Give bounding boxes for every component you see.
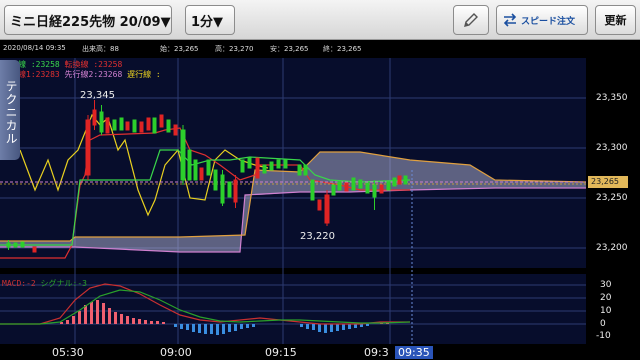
ichimoku-legend-2: 先行線1:23283 先行線2:23268 遅行線 : [2,69,161,80]
quote-info-bar: 2020/08/14 09:35 出来高：88 始：23,265 高：23,27… [0,41,640,55]
symbol-selector[interactable]: ミニ日経225先物 20/09▼ [4,5,172,35]
toolbar: ミニ日経225先物 20/09▼ 1分▼ スピード注文 更新 [0,0,640,40]
macd-legend-value: MACD:-2 [2,279,36,288]
low-annotation: 23,220 [300,231,335,242]
speed-order-button[interactable]: スピード注文 [496,5,588,35]
tenkan-legend: 転換線 :23258 [64,60,123,69]
y-axis-label: 23,250 [596,193,628,203]
draw-pencil-button[interactable] [453,5,489,35]
y-axis-label: 23,200 [596,243,628,253]
macd-axis-label: 10 [600,306,612,316]
quote-low: 安：23,265 [270,45,309,53]
technical-tab[interactable]: テクニカル [0,60,20,160]
x-axis-label: 05:30 [52,346,84,359]
quote-high: 高：23,270 [215,45,254,53]
quote-volume: 出来高：88 [82,45,119,53]
senkou2-legend: 先行線2:23268 [64,70,123,79]
x-axis-label: 09:3 [364,346,389,359]
signal-legend-value: シグナル:-3 [40,279,87,288]
cursor-time-label: 09:35 [395,346,433,359]
y-axis-label: 23,350 [596,93,628,103]
macd-axis-label: 30 [600,280,612,290]
macd-legend: MACD:-2 シグナル:-3 [2,278,87,289]
macd-axis-label: 0 [600,319,606,329]
x-axis-label: 09:15 [265,346,297,359]
high-annotation: 23,345 [80,90,115,101]
chikou-legend: 遅行線 : [127,70,161,79]
quote-open: 始：23,265 [160,45,199,53]
macd-axis-label: -10 [596,331,611,341]
x-axis-label: 09:00 [160,346,192,359]
quote-datetime: 2020/08/14 09:35 [3,44,66,52]
swap-arrows-icon [503,13,517,27]
macd-axis-label: 20 [600,293,612,303]
pencil-icon [464,13,478,27]
y-axis-label: 23,300 [596,143,628,153]
current-price-badge: 23,265 [588,176,628,188]
interval-selector[interactable]: 1分▼ [185,5,235,35]
quote-close: 終：23,265 [323,45,362,53]
speed-order-label: スピード注文 [521,16,576,27]
update-button[interactable]: 更新 [595,5,636,35]
